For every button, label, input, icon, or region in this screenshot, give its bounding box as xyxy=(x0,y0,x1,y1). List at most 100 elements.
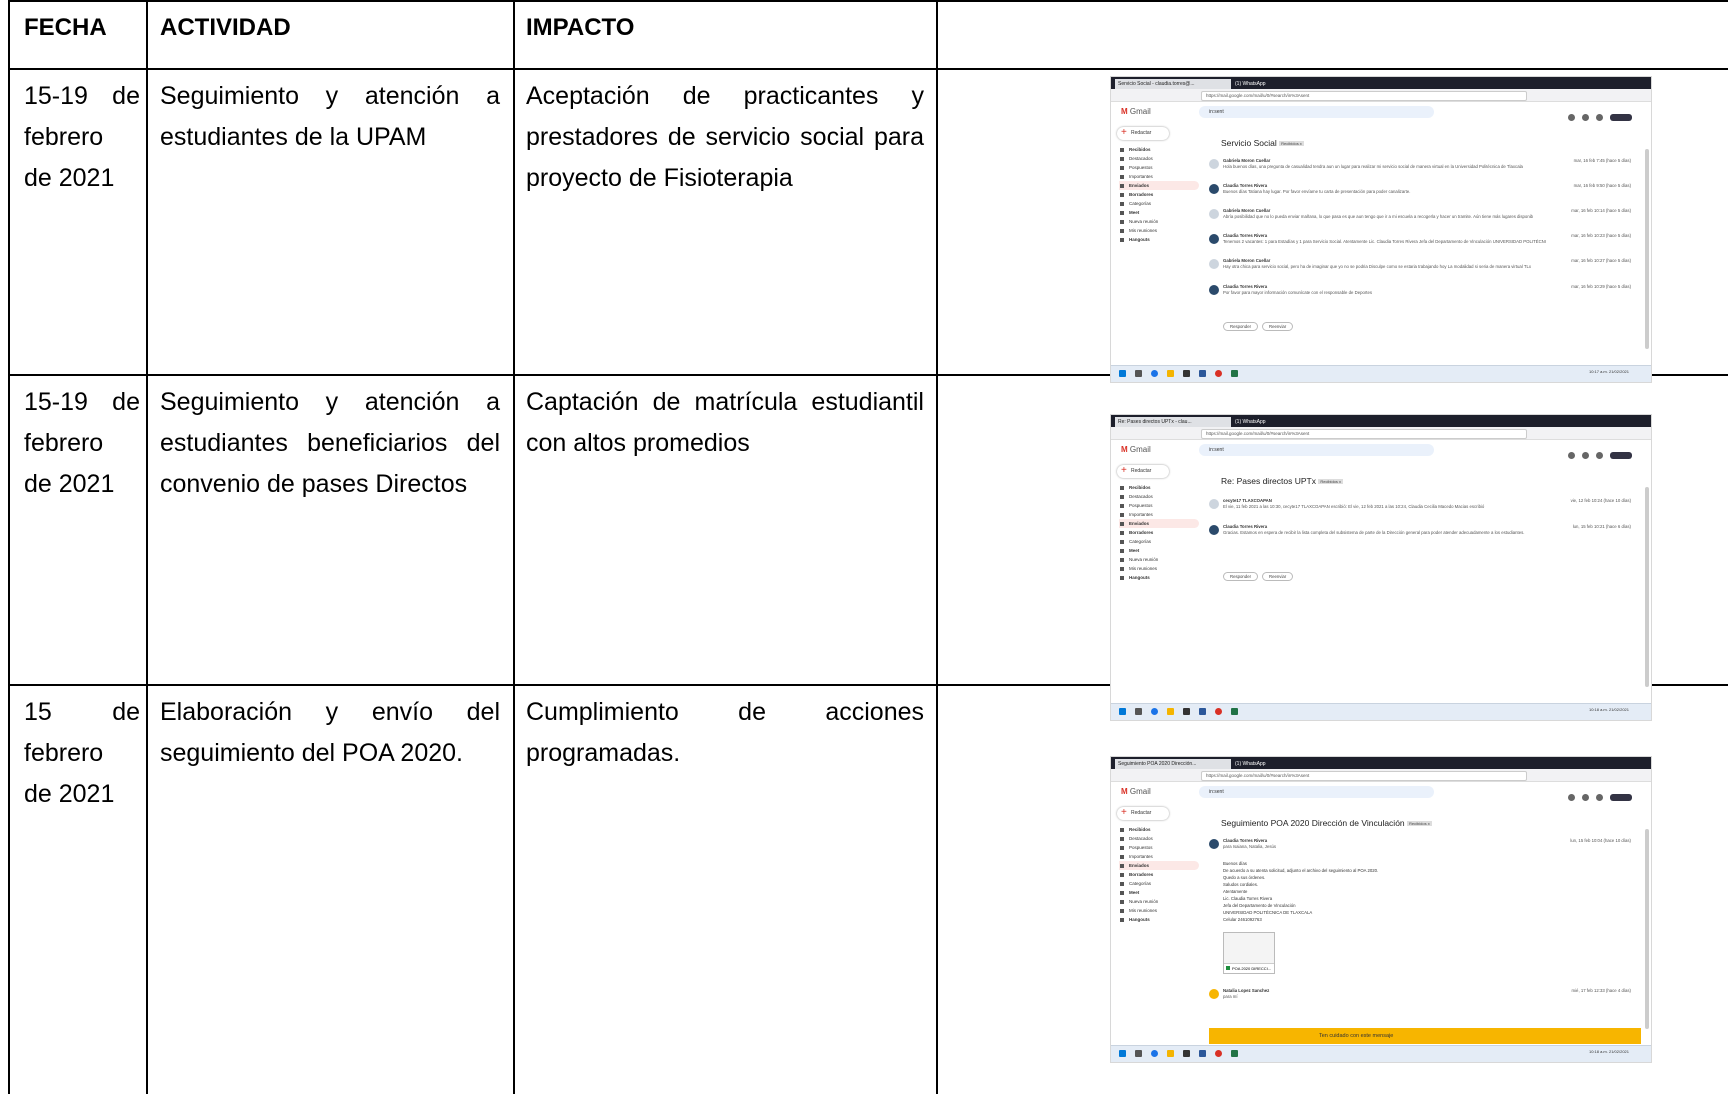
actividad-line: estudiantes de la UPAM xyxy=(160,123,427,151)
reply-button: Responder xyxy=(1223,572,1259,581)
message-date: lun, 15 feb 10:21 (hace 6 días) xyxy=(1572,524,1631,529)
column-divider xyxy=(146,0,148,1094)
row1-fecha: 15-19 de febrero de 2021 xyxy=(24,76,140,199)
message: Gabriela Moron Cuellar Hola buenos días, … xyxy=(1209,156,1643,176)
store-icon xyxy=(1183,708,1190,715)
message: Gabriela Moron Cuellar Abría posibilidad … xyxy=(1209,206,1643,226)
search-input: in:sent xyxy=(1199,786,1434,798)
thread-subject: Re: Pases directos UPTx Recibidos x xyxy=(1221,476,1344,486)
compose-button: Redactar xyxy=(1117,126,1169,140)
message-from: Gabriela Moron Cuellar xyxy=(1223,258,1271,263)
windows-icon xyxy=(1119,708,1126,715)
browser-tab-whatsapp: (1) WhatsApp xyxy=(1235,419,1266,425)
header-fecha: FECHA xyxy=(24,14,107,41)
row2-fecha: 15-19 de febrero de 2021 xyxy=(24,382,140,505)
browser-urlbar: https://mail.google.com/mail/u/0/#search… xyxy=(1111,427,1651,440)
message-from: Claudia Torres Rivera xyxy=(1223,233,1268,238)
sidebar-item: Pospuestos xyxy=(1119,843,1199,852)
fecha-line: 15 de xyxy=(24,698,140,726)
body-line: Quedo a sus órdenes. xyxy=(1223,875,1266,880)
compose-button: Redactar xyxy=(1117,806,1169,820)
avatar xyxy=(1209,259,1219,269)
message-date: lun, 15 feb 10:04 (hace 10 días) xyxy=(1570,838,1631,843)
impacto-line: proyecto de Fisioterapia xyxy=(526,164,793,192)
chrome-icon xyxy=(1151,370,1158,377)
message: Claudia Torres Rivera Buenos días Tatiana… xyxy=(1209,181,1643,201)
fecha-line: 15-19 de xyxy=(24,388,140,416)
browser-tab: Servicio Social - claudia.torres@... xyxy=(1115,79,1231,89)
sidebar-item: Importantes xyxy=(1119,510,1199,519)
gmail-label: Gmail xyxy=(1129,445,1151,454)
avatar xyxy=(1209,184,1219,194)
row2-actividad: Seguimiento y atención a estudiantes ben… xyxy=(160,382,500,505)
message-date: mar, 16 feb 10:14 (hace 5 días) xyxy=(1571,208,1631,213)
gmail-thread: Re: Pases directos UPTx Recibidos x cecy… xyxy=(1209,460,1643,702)
windows-taskbar: 10:17 a.m. 21/02/2021 xyxy=(1111,365,1651,382)
windows-taskbar: 10:18 a.m. 21/02/2021 xyxy=(1111,703,1651,720)
header-actividad: ACTIVIDAD xyxy=(160,14,291,41)
sidebar-item: Categorías xyxy=(1119,537,1199,546)
fecha-line: 15-19 de xyxy=(24,82,140,110)
gmail-logo: M Gmail xyxy=(1121,787,1151,796)
impacto-line: Cumplimiento de acciones xyxy=(526,698,924,726)
sidebar-item: Hangouts xyxy=(1119,235,1199,244)
sidebar-item: Pospuestos xyxy=(1119,163,1199,172)
reply-buttons: Responder Reenviar xyxy=(1223,572,1303,581)
gmail-screenshot: Servicio Social - claudia.torres@... (1)… xyxy=(1110,76,1652,383)
message: Claudia Torres Rivera Por favor para mayo… xyxy=(1209,282,1643,302)
column-divider xyxy=(936,0,938,1094)
browser-urlbar: https://mail.google.com/mail/u/0/#search… xyxy=(1111,769,1651,782)
compose-button: Redactar xyxy=(1117,464,1169,478)
scrollbar xyxy=(1645,487,1649,687)
sidebar-item: Enviados xyxy=(1119,181,1199,190)
sidebar-item: Categorías xyxy=(1119,199,1199,208)
fecha-line: de 2021 xyxy=(24,164,115,192)
message-snippet: El vie, 11 feb 2021 a las 10:30, cecyte1… xyxy=(1223,504,1485,509)
avatar xyxy=(1209,499,1219,509)
message-from: Gabriela Moron Cuellar xyxy=(1223,208,1271,213)
browser-tabbar: Seguimiento POA 2020 Dirección... (1) Wh… xyxy=(1111,757,1651,769)
browser-urlbar: https://mail.google.com/mail/u/0/#search… xyxy=(1111,89,1651,102)
store-icon xyxy=(1183,370,1190,377)
store-icon xyxy=(1183,1050,1190,1057)
gmail-sidebar: Recibidos Destacados Pospuestos Importan… xyxy=(1119,825,1199,924)
table-border-top xyxy=(8,0,1728,2)
folder-icon xyxy=(1167,708,1174,715)
body-line: Buenos días xyxy=(1223,861,1247,866)
warning-avatar xyxy=(1209,989,1219,999)
taskbar-clock: 10:18 a.m. 21/02/2021 xyxy=(1588,707,1629,712)
gmail-thread: Servicio Social Recibidos x Gabriela Mor… xyxy=(1209,122,1643,364)
folder-icon xyxy=(1167,370,1174,377)
avatar xyxy=(1209,209,1219,219)
actividad-line: seguimiento del POA 2020. xyxy=(160,739,463,767)
subject-text: Re: Pases directos UPTx xyxy=(1221,476,1316,486)
row2-impacto: Captación de matrícula estudiantil con a… xyxy=(526,382,924,464)
scrollbar xyxy=(1645,149,1649,349)
impacto-line: Aceptación de practicantes y xyxy=(526,82,924,110)
label-chip: Recibidos x xyxy=(1407,821,1432,827)
fecha-line: febrero xyxy=(24,123,104,151)
windows-icon xyxy=(1119,1050,1126,1057)
sidebar-item: Hangouts xyxy=(1119,573,1199,582)
actividad-line: estudiantes beneficiarios del xyxy=(160,429,500,457)
header-icons xyxy=(1561,788,1641,801)
forward-button: Reenviar xyxy=(1262,322,1294,331)
sidebar-item: Destacados xyxy=(1119,834,1199,843)
row3-impacto: Cumplimiento de acciones programadas. xyxy=(526,692,924,774)
label-chip: Recibidos x xyxy=(1318,479,1344,485)
header-impacto: IMPACTO xyxy=(526,14,635,41)
gmail-screenshot: Re: Pases directos UPTx - clau... (1) Wh… xyxy=(1110,414,1652,721)
taskview-icon xyxy=(1135,708,1142,715)
impacto-line: prestadores de servicio social para xyxy=(526,123,924,151)
message-snippet: Tenemos 2 vacantes: 1 para Estadías y 1 … xyxy=(1223,239,1546,244)
folder-icon xyxy=(1167,1050,1174,1057)
sidebar-item: Borradores xyxy=(1119,528,1199,537)
body-line: Celular 2461092763 xyxy=(1223,917,1262,922)
message-snippet: Buenos días Tatiana hay lugar. Por favor… xyxy=(1223,189,1411,194)
row1-actividad: Seguimiento y atención a estudiantes de … xyxy=(160,76,500,158)
actividad-line: Seguimiento y atención a xyxy=(160,82,500,110)
browser-tab-whatsapp: (1) WhatsApp xyxy=(1235,761,1266,767)
sidebar-item: Mis reuniones xyxy=(1119,564,1199,573)
url-field: https://mail.google.com/mail/u/0/#search… xyxy=(1201,91,1527,101)
impacto-line: programadas. xyxy=(526,739,681,767)
